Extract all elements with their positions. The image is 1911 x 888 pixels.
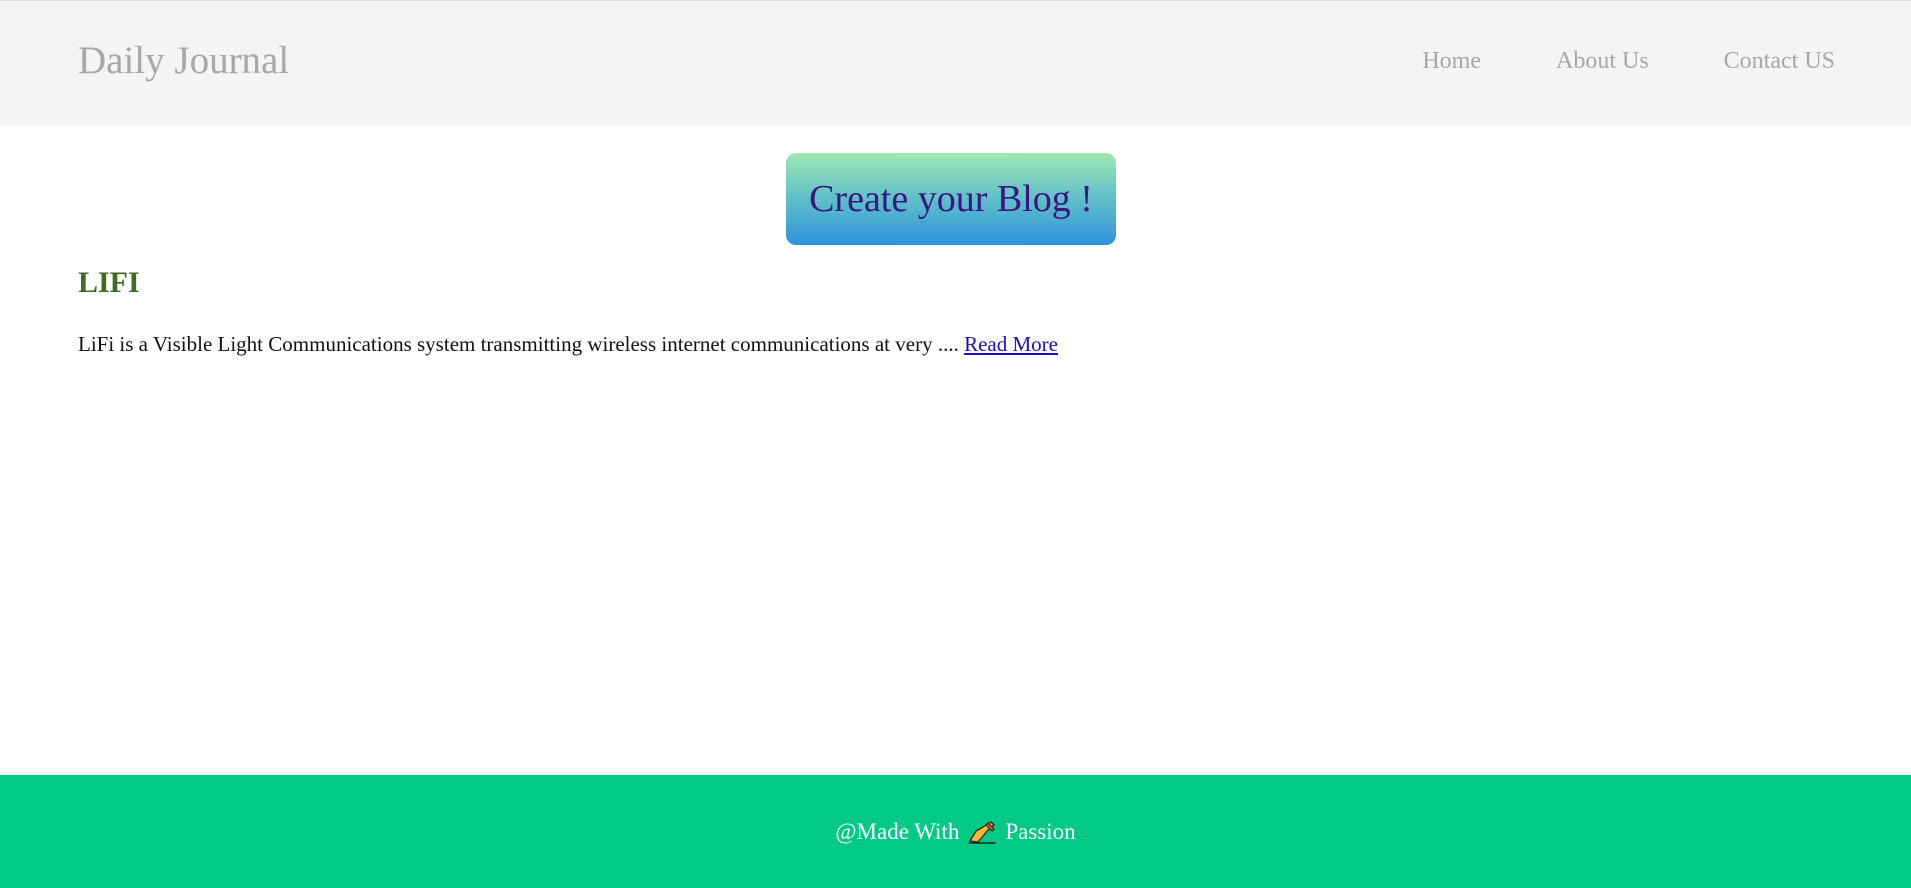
nav-about-us[interactable]: About Us bbox=[1556, 49, 1649, 73]
post-excerpt-text: LiFi is a Visible Light Communications s… bbox=[78, 332, 959, 356]
post-excerpt: LiFi is a Visible Light Communications s… bbox=[78, 332, 1778, 357]
nav-home[interactable]: Home bbox=[1422, 49, 1481, 73]
footer-prefix: @Made With bbox=[835, 818, 960, 844]
footer-suffix: Passion bbox=[1005, 818, 1076, 844]
writing-hand-icon bbox=[967, 819, 997, 845]
brand-logo[interactable]: Daily Journal bbox=[78, 41, 289, 80]
create-blog-button[interactable]: Create your Blog ! bbox=[786, 153, 1116, 245]
main-nav: Home About Us Contact US bbox=[1422, 49, 1835, 73]
site-header: Daily Journal Home About Us Contact US bbox=[0, 0, 1911, 126]
site-footer: @Made With Passion bbox=[0, 775, 1911, 888]
post-title: LIFI bbox=[78, 266, 140, 299]
blog-post: LIFI LiFi is a Visible Light Communicati… bbox=[78, 268, 1778, 357]
nav-contact-us[interactable]: Contact US bbox=[1724, 49, 1835, 73]
read-more-link[interactable]: Read More bbox=[964, 332, 1058, 356]
page: Daily Journal Home About Us Contact US C… bbox=[0, 0, 1911, 888]
footer-credit: @Made With Passion bbox=[835, 819, 1075, 845]
